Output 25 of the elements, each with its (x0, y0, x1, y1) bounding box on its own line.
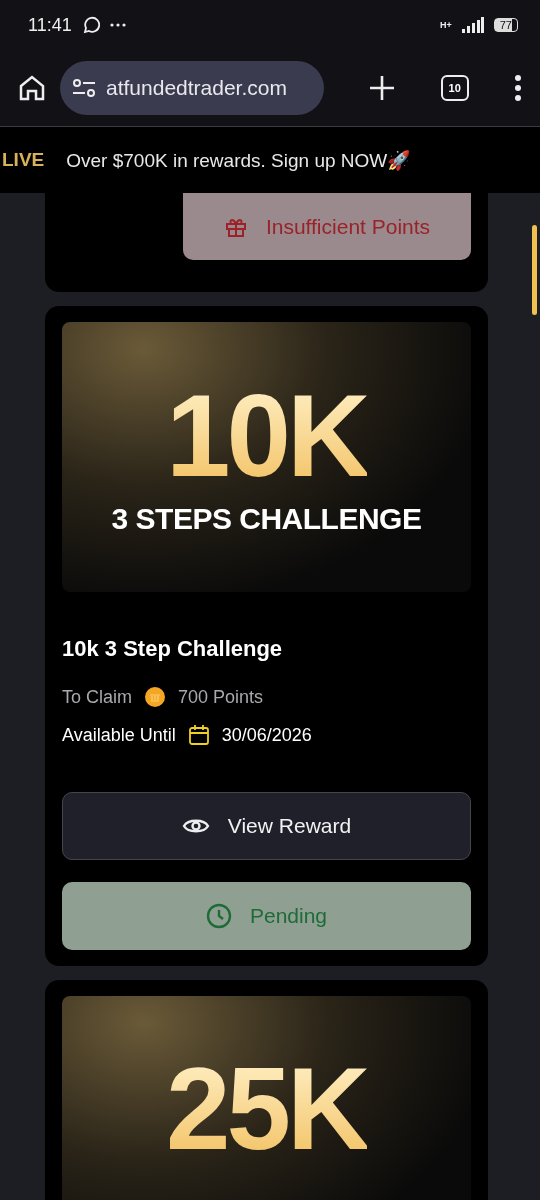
claim-label: To Claim (62, 686, 132, 708)
available-label: Available Until (62, 724, 176, 746)
address-bar[interactable]: atfundedtrader.com (60, 61, 324, 115)
challenge-subtitle: 3 STEPS CHALLENGE (111, 502, 422, 536)
network-type: H+ (440, 20, 452, 30)
available-date: 30/06/2026 (221, 724, 312, 746)
battery-level: 77 (493, 18, 518, 32)
calendar-icon (187, 724, 210, 746)
tab-count-button[interactable]: 10 (440, 75, 469, 101)
points-value: 700 Points (178, 686, 264, 708)
coin-icon (144, 686, 166, 708)
home-icon[interactable] (18, 74, 46, 102)
view-reward-button[interactable]: View Reward (62, 792, 471, 860)
promo-text[interactable]: Over $700K in rewards. Sign up NOW🚀 (66, 148, 412, 172)
site-settings-icon[interactable] (72, 78, 96, 98)
live-label: LIVE (2, 149, 45, 171)
status-time: 11:41 (28, 14, 72, 36)
signal-icon (461, 17, 484, 33)
menu-icon[interactable] (514, 75, 522, 101)
chat-icon (81, 16, 100, 34)
more-icon (109, 23, 126, 27)
new-tab-icon[interactable] (369, 75, 396, 101)
reward-title: 10k 3 Step Challenge (62, 636, 284, 662)
scrollbar[interactable] (532, 225, 537, 315)
clock-icon (205, 903, 232, 929)
